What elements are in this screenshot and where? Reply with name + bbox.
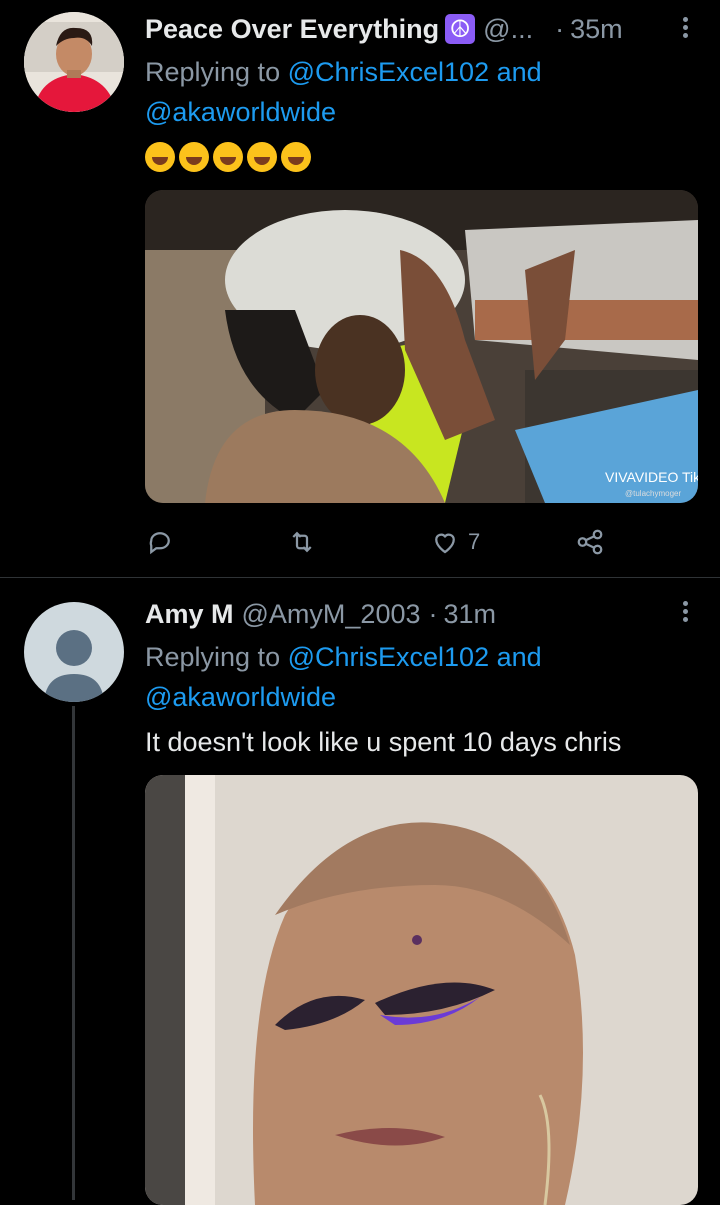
tweet-emojis [145, 135, 315, 175]
separator-dot: · [428, 598, 438, 629]
replying-to: Replying to @ChrisExcel102 and @akaworld… [145, 52, 665, 132]
mention-link[interactable]: @akaworldwide [145, 97, 336, 127]
tweet-text: It doesn't look like u spent 10 days chr… [145, 727, 622, 757]
grinning-squinting-face-icon [213, 141, 243, 172]
replying-to-label: Replying to [145, 642, 281, 672]
replying-to-label: Replying to [145, 57, 281, 87]
mention-link[interactable]: @ChrisExcel102 [288, 57, 490, 87]
avatar-default[interactable] [24, 602, 124, 702]
peace-symbol-icon: ☮ [445, 14, 476, 44]
grinning-squinting-face-icon [179, 141, 209, 172]
tweet-header: Amy M @AmyM_2003 · 31m [145, 594, 660, 634]
tweet-header: Peace Over Everything ☮ @... · 35m [145, 9, 660, 49]
reply-icon [149, 532, 170, 555]
tweet-divider [0, 577, 720, 578]
share-button[interactable] [575, 522, 605, 562]
like-count: 7 [468, 529, 481, 554]
avatar[interactable] [24, 12, 124, 112]
grinning-squinting-face-icon [247, 141, 277, 172]
tweet-media-video[interactable]: VIVAVIDEO TikTok @tulachymoger [145, 190, 698, 503]
tweet[interactable]: Peace Over Everything ☮ @... · 35m Reply… [0, 0, 720, 578]
tweet-actions: 7 [145, 522, 625, 562]
tweet-media-image[interactable] [145, 775, 698, 1205]
loudly-crying-face-icon [145, 141, 175, 172]
retweet-icon [292, 531, 312, 553]
share-icon [577, 529, 603, 555]
handle[interactable]: @... [483, 14, 533, 45]
reply-button[interactable] [145, 522, 175, 562]
media-watermark-handle: @tulachymoger [625, 489, 681, 498]
separator-dot: · [555, 13, 565, 44]
more-options-icon[interactable] [678, 14, 692, 44]
mention-link[interactable]: @akaworldwide [145, 682, 336, 712]
replying-to: Replying to @ChrisExcel102 and @akaworld… [145, 637, 665, 717]
mention-link[interactable]: @ChrisExcel102 [288, 642, 490, 672]
handle[interactable]: @AmyM_2003 [242, 599, 421, 630]
like-button[interactable]: 7 [430, 522, 480, 562]
thread-line [72, 706, 75, 1200]
retweet-button[interactable] [287, 522, 317, 562]
default-avatar-icon [24, 602, 124, 702]
timestamp[interactable]: 31m [444, 599, 497, 630]
display-name[interactable]: Amy M [145, 599, 234, 630]
media-watermark: VIVAVIDEO TikTok [605, 469, 698, 485]
grinning-squinting-face-icon [281, 141, 311, 172]
and-link[interactable]: and [497, 57, 542, 87]
display-name[interactable]: Peace Over Everything [145, 14, 439, 45]
and-link[interactable]: and [497, 642, 542, 672]
heart-icon [435, 533, 455, 554]
more-options-icon[interactable] [678, 598, 692, 628]
timestamp[interactable]: 35m [570, 14, 623, 45]
